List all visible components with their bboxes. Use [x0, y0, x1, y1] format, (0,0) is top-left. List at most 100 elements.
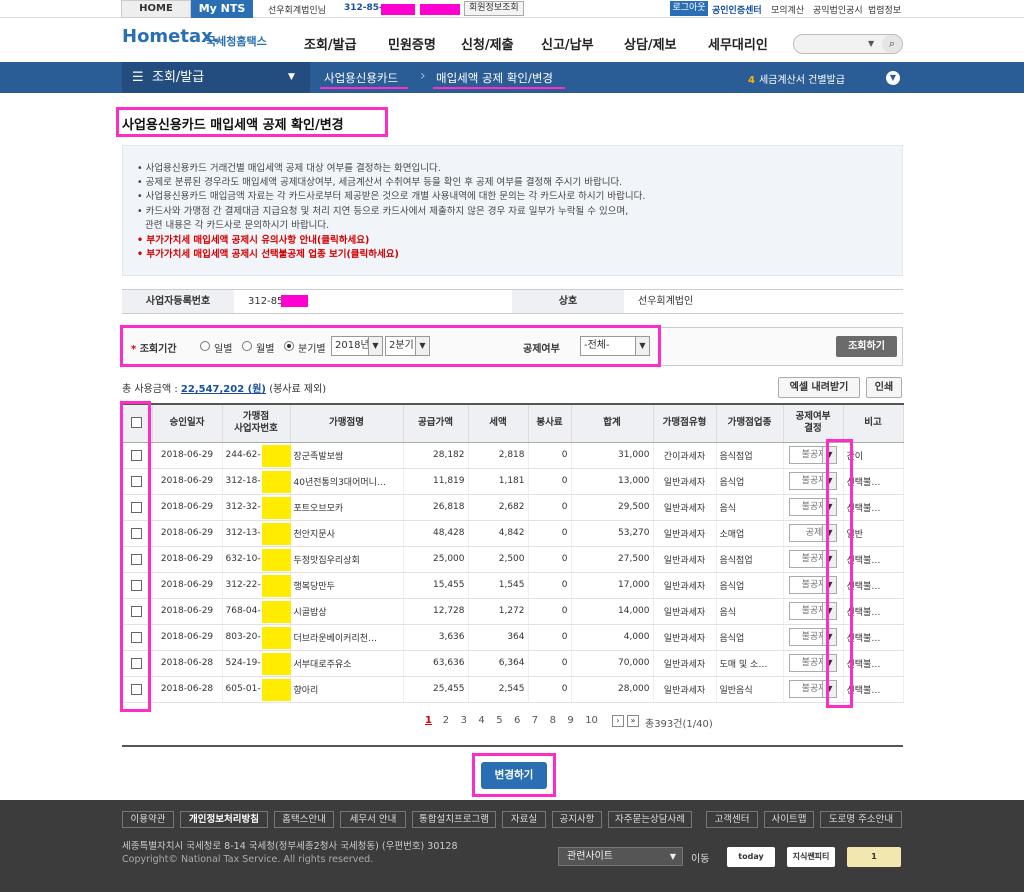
page-link[interactable]: 5	[496, 715, 502, 726]
cell-supply: 25,000	[403, 546, 469, 573]
page-link[interactable]: 9	[567, 715, 573, 726]
page-link[interactable]: 1	[425, 715, 432, 726]
related-sites-select[interactable]: 관련사이트 ▼	[558, 847, 683, 866]
cell-type: 일반과세자	[653, 676, 717, 703]
redacted-mask	[262, 575, 291, 597]
info-line: 관련 내용은 각 카드사로 문의하시기 바랍니다.	[145, 220, 330, 231]
go-button[interactable]: 이동	[691, 850, 709, 865]
annotation-box	[120, 325, 661, 367]
cell-service: 0	[528, 442, 572, 469]
cell-service: 0	[528, 572, 572, 599]
footer-faq[interactable]: 자주묻는상담사례	[608, 811, 692, 828]
cell-service: 0	[528, 520, 572, 547]
page-link[interactable]: 2	[443, 715, 449, 726]
page-link[interactable]: 4	[478, 715, 484, 726]
user-name: 선우회계법인님	[268, 6, 326, 16]
cell-type: 일반과세자	[653, 468, 717, 495]
page-link[interactable]: 6	[514, 715, 520, 726]
cell-total: 27,500	[571, 546, 654, 573]
mock-tax-link[interactable]: 모의계산	[771, 3, 804, 16]
excel-download-button[interactable]: 엑셀 내려받기	[778, 377, 860, 398]
cell-category: 음식점업	[716, 546, 784, 573]
cell-tax: 364	[468, 624, 529, 651]
footer-address[interactable]: 도로명 주소안내	[820, 811, 902, 828]
page-link[interactable]: 3	[461, 715, 467, 726]
breadcrumb-deduction[interactable]: 매입세액 공제 확인/변경	[436, 70, 553, 86]
nav-certificate[interactable]: 민원증명	[388, 34, 436, 53]
divider	[122, 745, 903, 747]
nav-inquiry[interactable]: 조회/발급	[304, 34, 357, 53]
page-link[interactable]: 7	[532, 715, 538, 726]
page-link[interactable]: 10	[585, 715, 598, 726]
search-dropdown-icon[interactable]: ▼	[868, 39, 874, 48]
cell-category: 음식	[716, 494, 784, 521]
cell-service: 0	[528, 598, 572, 625]
nav-filing[interactable]: 신고/납부	[541, 34, 594, 53]
col-total: 합계	[571, 403, 654, 443]
cell-category: 음식업	[716, 572, 784, 599]
table-row: 2018-06-28 605-01- 향아리 25,455 2,545 0 28,000 일반…	[122, 676, 904, 703]
footer-customer[interactable]: 고객센터	[706, 811, 758, 828]
logout-button[interactable]: 로그아웃	[670, 1, 708, 16]
col-deduct: 공제여부 결정	[783, 403, 844, 443]
cell-name: 두정맛집우리상회	[290, 546, 404, 573]
footer-notice[interactable]: 공지사항	[552, 811, 602, 828]
query-button[interactable]: 조회하기	[836, 336, 897, 357]
banner-link[interactable]: 1	[847, 847, 901, 867]
law-info-link[interactable]: 법령정보	[868, 3, 901, 16]
breadcrumb-card[interactable]: 사업용신용카드	[324, 70, 398, 86]
transactions-table: 승인일자 가맹점 사업자번호 가맹점명 공급가액 세액 봉사료 합계 가맹점유형 …	[122, 403, 904, 703]
cell-name: 시골밥상	[290, 598, 404, 625]
redacted-mask	[262, 549, 291, 571]
col-tax: 세액	[468, 403, 529, 443]
redacted-mask	[262, 445, 291, 467]
col-category: 가맹점업종	[716, 403, 784, 443]
mynts-tab[interactable]: My NTS	[191, 0, 253, 18]
total-amount[interactable]: 22,547,202 (원)	[181, 384, 266, 395]
info-link-nondeductible[interactable]: • 부가가치세 매입세액 공제시 선택불공제 업종 보기(클릭하세요)	[137, 246, 399, 260]
footer-terms[interactable]: 이용약관	[122, 811, 174, 828]
change-button[interactable]: 변경하기	[481, 762, 547, 789]
col-type: 가맹점유형	[653, 403, 717, 443]
cell-type: 일반과세자	[653, 494, 717, 521]
home-tab[interactable]: HOME	[121, 0, 191, 18]
next-page-icon[interactable]: ›	[612, 715, 624, 727]
page-link[interactable]: 8	[550, 715, 556, 726]
chevron-down-icon[interactable]: ▼	[886, 71, 900, 85]
table-row: 2018-06-29 768-04- 시골밥상 12,728 1,272 0 14,000 일…	[122, 598, 904, 625]
cell-category: 일반음식	[716, 676, 784, 703]
hometax-logo[interactable]: Hometax.	[122, 26, 220, 47]
footer-archive[interactable]: 자료실	[502, 811, 546, 828]
footer-guide[interactable]: 홈택스안내	[274, 811, 334, 828]
cert-center-link[interactable]: 공인인증센터	[712, 3, 762, 16]
banner-knowledge[interactable]: 지식쌘피티	[787, 847, 835, 867]
footer-privacy[interactable]: 개인정보처리방침	[180, 811, 268, 828]
chevron-right-icon: ›	[420, 68, 426, 84]
last-page-icon[interactable]: »	[627, 715, 639, 727]
member-info-button[interactable]: 회원정보조회	[464, 1, 524, 16]
notice-ticker[interactable]: 4 세금계산서 건별발급	[748, 71, 845, 86]
cell-tax: 1,545	[468, 572, 529, 599]
biz-number-label: 사업자등록번호	[122, 290, 234, 313]
search-icon[interactable]: ⌕	[882, 35, 902, 53]
cell-name: 더브라운베이커리천…	[290, 624, 404, 651]
cell-type: 일반과세자	[653, 598, 717, 625]
nav-tax-agent[interactable]: 세무대리인	[708, 34, 768, 53]
footer-install[interactable]: 통합설치프로그램	[412, 811, 496, 828]
cell-name: 장군족발보쌈	[290, 442, 404, 469]
cell-name: 40년전통의3대어머니…	[290, 468, 404, 495]
footer-sitemap[interactable]: 사이트맵	[764, 811, 814, 828]
chevron-down-icon: ▼	[669, 852, 676, 861]
menu-selector[interactable]: ☰ 조회/발급 ▼	[122, 62, 310, 93]
nav-application[interactable]: 신청/제출	[461, 34, 514, 53]
info-link-caution[interactable]: • 부가가치세 매입세액 공제시 유의사항 안내(클릭하세요)	[137, 232, 369, 246]
footer-office[interactable]: 세무서 안내	[340, 811, 406, 828]
corp-notice-link[interactable]: 공익법인공시	[813, 3, 863, 16]
print-button[interactable]: 인쇄	[866, 377, 902, 398]
table-row: 2018-06-29 632-10- 두정맛집우리상회 25,000 2,500 0 27,…	[122, 546, 904, 573]
page-count: 총393건(1/40)	[645, 719, 713, 730]
table-row: 2018-06-29 312-13- 천안지문사 48,428 4,842 0 53,270…	[122, 520, 904, 547]
nav-consult[interactable]: 상담/제보	[624, 34, 677, 53]
cell-service: 0	[528, 494, 572, 521]
banner-today[interactable]: today	[727, 847, 775, 867]
